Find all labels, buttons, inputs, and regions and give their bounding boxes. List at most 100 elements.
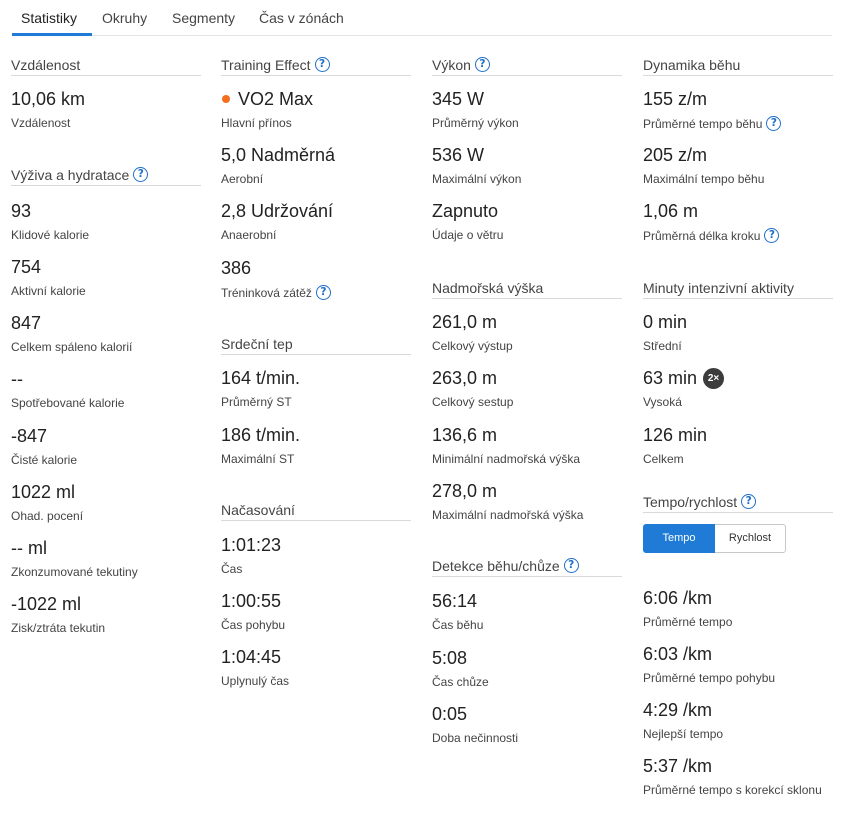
stat-label: Údaje o větru	[432, 228, 504, 242]
stat-walk-time: 5:08 Čas chůze	[432, 647, 627, 689]
stat-label: Zkonzumované tekutiny	[11, 565, 138, 579]
stat-value: 93	[11, 201, 32, 221]
stat-value: -847	[11, 426, 48, 446]
stat-value: 56:14	[432, 591, 478, 611]
section-heading: Výživa a hydratace?	[11, 167, 201, 186]
active-tab-indicator	[12, 33, 92, 36]
section-heading: Dynamika běhu	[643, 57, 833, 76]
stat-label: Průměrné tempo s korekcí sklonu	[643, 783, 822, 797]
section-heading: Srdeční tep	[221, 336, 411, 355]
stat-max-hr: 186 t/min. Maximální ST	[221, 424, 416, 466]
stat-label: Uplynulý čas	[221, 674, 290, 688]
stat-value: 1022 ml	[11, 482, 76, 502]
stat-value: 63 min 2×	[643, 367, 838, 389]
help-icon[interactable]: ?	[315, 285, 331, 300]
stat-time: 1:01:23 Čas	[221, 534, 416, 576]
stat-fluid-balance: -1022 ml Zisk/ztráta tekutin	[11, 593, 206, 635]
stat-label: Anaerobní	[221, 228, 277, 242]
help-icon[interactable]: ?	[764, 228, 780, 243]
help-icon[interactable]: ?	[741, 494, 757, 509]
stat-total-minutes: 126 min Celkem	[643, 424, 838, 466]
stat-value: 263,0 m	[432, 368, 498, 388]
section-heading: Tempo/rychlost?	[643, 494, 833, 513]
section-power: Výkon?	[432, 57, 622, 76]
stat-label: Celkový výstup	[432, 339, 513, 353]
stat-label: Vzdálenost	[11, 116, 71, 130]
stat-total-ascent: 261,0 m Celkový výstup	[432, 311, 627, 353]
stat-label: Maximální výkon	[432, 172, 522, 186]
stat-label: Průměrné tempo běhu?	[643, 116, 838, 131]
stat-anaerobic: 2,8 Udržování Anaerobní	[221, 200, 416, 242]
stat-value: 2,8 Udržování	[221, 201, 334, 221]
stat-aerobic: 5,0 Nadměrná Aerobní	[221, 144, 416, 186]
stat-label: Celkem	[643, 452, 684, 466]
stat-label: Minimální nadmořská výška	[432, 452, 581, 466]
stat-label: Čas pohybu	[221, 618, 286, 632]
stat-value: 205 z/m	[643, 145, 708, 165]
section-heading: Minuty intenzivní aktivity	[643, 280, 833, 299]
orange-dot-icon	[222, 95, 230, 103]
stat-stride-length: 1,06 m Průměrná délka kroku?	[643, 200, 838, 243]
section-nutrition: Výživa a hydratace?	[11, 167, 201, 186]
stat-total-calories: 847 Celkem spáleno kalorií	[11, 312, 206, 354]
section-distance: Vzdálenost	[11, 57, 201, 76]
help-icon[interactable]: ?	[766, 116, 782, 131]
stat-value: 5:08	[432, 648, 468, 668]
tab-cas-v-zonach[interactable]: Čas v zónách	[259, 10, 344, 26]
stat-label: Doba nečinnosti	[432, 731, 519, 745]
tab-statistiky[interactable]: Statistiky	[21, 10, 77, 26]
help-icon[interactable]: ?	[314, 57, 330, 72]
section-training-effect: Training Effect?	[221, 57, 411, 76]
stat-value: 10,06 km	[11, 89, 86, 109]
stat-value: 345 W	[432, 89, 485, 109]
stat-value: -- ml	[11, 538, 47, 558]
stat-label: Klidové kalorie	[11, 228, 90, 242]
stat-best-pace: 4:29 /km Nejlepší tempo	[643, 699, 838, 741]
stat-value: 0:05	[432, 704, 468, 724]
stat-value: 5,0 Nadměrná	[221, 145, 336, 165]
stat-value: 164 t/min.	[221, 368, 301, 388]
stat-primary-benefit: VO2 Max Hlavní přínos	[221, 88, 416, 130]
stat-label: Celkový sestup	[432, 395, 514, 409]
toggle-speed-button[interactable]: Rychlost	[715, 524, 786, 553]
stat-wind-data: Zapnuto Údaje o větru	[432, 200, 627, 242]
stat-label: Průměrné tempo pohybu	[643, 671, 776, 685]
stat-label: Střední	[643, 339, 682, 353]
stat-label: Čas chůze	[432, 675, 489, 689]
stat-label: Čas	[221, 562, 243, 576]
stat-label: Průměrné tempo	[643, 615, 733, 629]
help-icon[interactable]: ?	[563, 558, 579, 573]
section-pace-speed: Tempo/rychlost?	[643, 494, 833, 513]
stat-label: Hlavní přínos	[221, 116, 292, 130]
stat-avg-power: 345 W Průměrný výkon	[432, 88, 627, 130]
stat-vigorous-minutes: 63 min 2× Vysoká	[643, 367, 838, 409]
tab-okruhy[interactable]: Okruhy	[102, 10, 147, 26]
stat-label: Tréninková zátěž?	[221, 285, 416, 300]
section-heading: Vzdálenost	[11, 57, 201, 76]
stat-value: 5:37 /km	[643, 756, 713, 776]
tab-bar: Statistiky Okruhy Segmenty Čas v zónách	[12, 0, 832, 36]
stat-max-elevation: 278,0 m Maximální nadmořská výška	[432, 480, 627, 522]
section-timing: Načasování	[221, 502, 411, 521]
help-icon[interactable]: ?	[474, 57, 490, 72]
stat-value: 754	[11, 257, 42, 277]
stat-value: 0 min	[643, 312, 688, 332]
stat-idle-time: 0:05 Doba nečinnosti	[432, 703, 627, 745]
stat-avg-cadence: 155 z/m Průměrné tempo běhu?	[643, 88, 838, 131]
section-heart-rate: Srdeční tep	[221, 336, 411, 355]
stat-training-load: 386 Tréninková zátěž?	[221, 257, 416, 300]
stat-consumed-calories: -- Spotřebované kalorie	[11, 368, 206, 410]
stat-label: Aktivní kalorie	[11, 284, 86, 298]
stat-value: 126 min	[643, 425, 708, 445]
help-icon[interactable]: ?	[133, 167, 149, 182]
stat-net-calories: -847 Čisté kalorie	[11, 425, 206, 467]
stat-avg-hr: 164 t/min. Průměrný ST	[221, 367, 416, 409]
toggle-pace-button[interactable]: Tempo	[643, 524, 715, 553]
stat-value: 6:06 /km	[643, 588, 713, 608]
stat-total-descent: 263,0 m Celkový sestup	[432, 367, 627, 409]
stat-value: --	[11, 369, 23, 389]
tab-segmenty[interactable]: Segmenty	[172, 10, 235, 26]
stat-avg-pace: 6:06 /km Průměrné tempo	[643, 587, 838, 629]
stat-value: 1:00:55	[221, 591, 282, 611]
stat-elapsed-time: 1:04:45 Uplynulý čas	[221, 646, 416, 688]
